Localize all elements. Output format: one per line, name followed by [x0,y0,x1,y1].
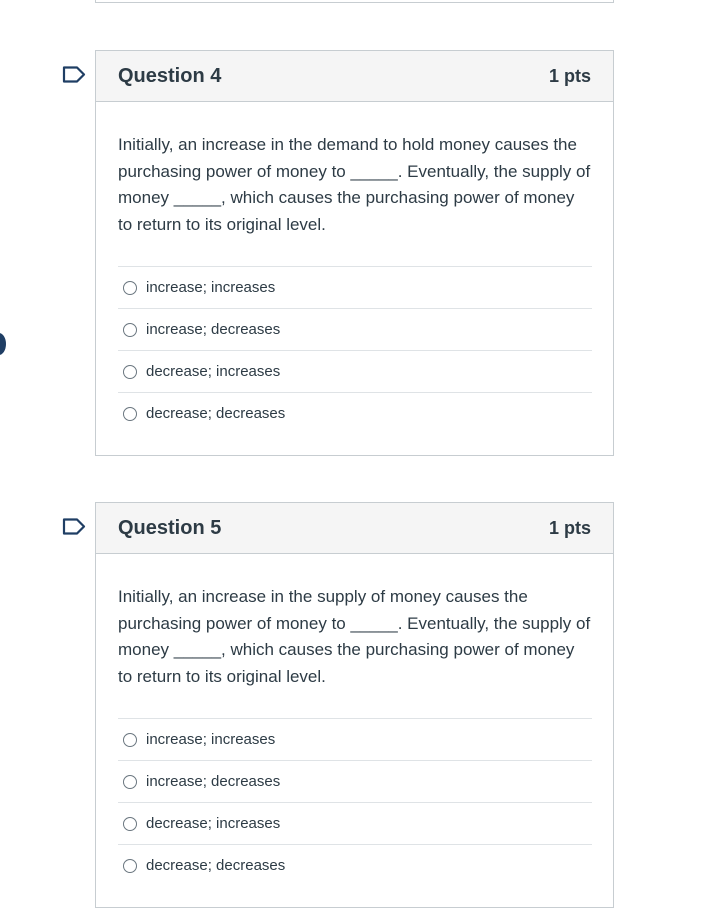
quiz-page: Question 4 1 pts Initially, an increase … [0,0,715,922]
answer-option[interactable]: decrease; increases [118,350,592,392]
question-body: Initially, an increase in the supply of … [96,554,613,886]
radio-button[interactable] [123,364,137,379]
answer-label[interactable]: increase; increases [146,731,275,748]
question-title: Question 5 [118,516,222,539]
question-header: Question 5 1 pts [96,503,613,554]
flag-question-icon[interactable] [62,66,86,83]
answer-label[interactable]: increase; increases [146,279,275,296]
answer-options: increase; increases increase; decreases … [118,266,592,434]
answer-label[interactable]: decrease; increases [146,815,280,832]
answer-option[interactable]: increase; increases [118,266,592,308]
answer-options: increase; increases increase; decreases … [118,718,592,886]
answer-option[interactable]: decrease; increases [118,802,592,844]
question-card: Question 4 1 pts Initially, an increase … [95,50,614,456]
question-card: Question 5 1 pts Initially, an increase … [95,502,614,908]
answer-option[interactable]: increase; decreases [118,760,592,802]
answer-option[interactable]: increase; decreases [118,308,592,350]
radio-button[interactable] [123,322,137,337]
question-text: Initially, an increase in the demand to … [118,135,591,234]
answer-option[interactable]: decrease; decreases [118,392,592,434]
radio-button[interactable] [123,732,137,747]
question-points: 1 pts [548,517,591,538]
question-title: Question 4 [118,64,222,87]
answer-label[interactable]: decrease; decreases [146,405,285,422]
answer-label[interactable]: decrease; decreases [146,857,285,874]
radio-button[interactable] [123,816,137,831]
answer-label[interactable]: increase; decreases [146,773,280,790]
question-header: Question 4 1 pts [96,51,613,102]
question-body: Initially, an increase in the demand to … [96,102,613,434]
side-indicator-dot [0,333,6,355]
question-points: 1 pts [548,65,591,86]
question-text: Initially, an increase in the supply of … [118,587,591,686]
radio-button[interactable] [123,280,137,295]
answer-label[interactable]: increase; decreases [146,321,280,338]
answer-option[interactable]: increase; increases [118,718,592,760]
radio-button[interactable] [123,406,137,421]
answer-option[interactable]: decrease; decreases [118,844,592,886]
flag-question-icon[interactable] [62,518,86,535]
radio-button[interactable] [123,774,137,789]
previous-question-card-edge [95,0,614,3]
answer-label[interactable]: decrease; increases [146,363,280,380]
radio-button[interactable] [123,858,137,873]
